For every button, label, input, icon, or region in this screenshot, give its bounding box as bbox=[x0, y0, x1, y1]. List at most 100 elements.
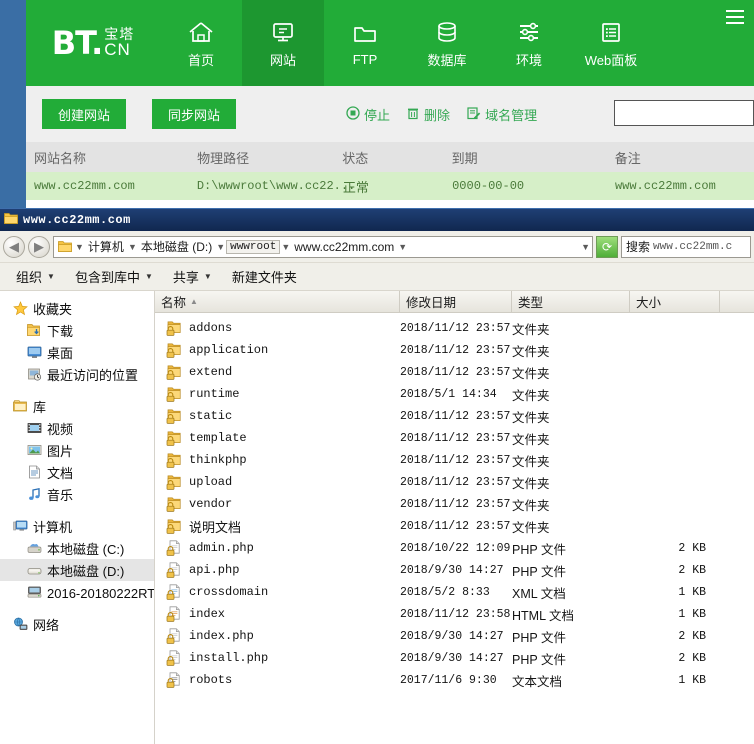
nav-item-environment[interactable]: 环境 bbox=[488, 0, 570, 86]
table-row[interactable]: template 2018/11/12 23:57 文件夹 bbox=[155, 427, 754, 449]
table-row[interactable]: static 2018/11/12 23:57 文件夹 bbox=[155, 405, 754, 427]
sidebar-item-documents[interactable]: 文档 bbox=[0, 461, 154, 483]
sidebar-item-computer[interactable]: 计算机 bbox=[0, 515, 154, 537]
menu-organize[interactable]: 组织 ▼ bbox=[8, 264, 63, 289]
sidebar-item-desktop[interactable]: 桌面 bbox=[0, 341, 154, 363]
explorer-titlebar[interactable]: www.cc22mm.com bbox=[0, 209, 754, 231]
file-type-cell: 文本文档 bbox=[512, 674, 563, 689]
nav-item-webpanel[interactable]: Web面板 bbox=[570, 0, 652, 86]
chevron-right-icon[interactable]: ▼ bbox=[75, 242, 84, 252]
file-type-cell: XML 文档 bbox=[512, 586, 566, 601]
nav-item-home[interactable]: 首页 bbox=[160, 0, 242, 86]
sidebar-item-favorites[interactable]: 收藏夹 bbox=[0, 297, 154, 319]
table-row[interactable]: index.php 2018/9/30 14:27 PHP 文件 2 KB bbox=[155, 625, 754, 647]
menu-new-folder[interactable]: 新建文件夹 bbox=[224, 264, 305, 289]
site-name: www.cc22mm.com bbox=[34, 179, 135, 193]
bt-logo[interactable]: BT. 宝塔 CN bbox=[26, 0, 160, 86]
sidebar-item-videos[interactable]: 视频 bbox=[0, 417, 154, 439]
breadcrumb[interactable]: ▼ 计算机 ▼ 本地磁盘 (D:) ▼ wwwroot ▼ www.cc22mm… bbox=[53, 235, 593, 258]
sidebar-item-recent-places[interactable]: 最近访问的位置 bbox=[0, 363, 154, 385]
desktop-left-strip bbox=[0, 0, 26, 212]
chevron-down-icon[interactable]: ▼ bbox=[581, 242, 590, 252]
chevron-right-icon[interactable]: ▼ bbox=[281, 242, 290, 252]
locked-folder-icon bbox=[166, 364, 183, 380]
file-name-label: install.php bbox=[189, 651, 269, 665]
search-input[interactable]: 搜索 www.cc22mm.c bbox=[621, 235, 751, 258]
file-name-label: index.php bbox=[189, 629, 254, 643]
sidebar-item-drive-c[interactable]: 本地磁盘 (C:) bbox=[0, 537, 154, 559]
domain-manage-button[interactable]: 域名管理 bbox=[466, 105, 537, 124]
sidebar-item-network-drive[interactable]: 2016-20180222RT 上 bbox=[0, 581, 154, 603]
nav-label-environment: 环境 bbox=[515, 53, 542, 68]
menu-icon[interactable] bbox=[726, 10, 744, 24]
chevron-down-icon: ▼ bbox=[203, 272, 212, 281]
table-row[interactable]: install.php 2018/9/30 14:27 PHP 文件 2 KB bbox=[155, 647, 754, 669]
column-header-note[interactable]: 备注 bbox=[615, 148, 754, 167]
menu-share[interactable]: 共享 ▼ bbox=[165, 264, 220, 289]
column-header-expire[interactable]: 到期 bbox=[452, 148, 615, 167]
column-header-name[interactable]: 名称 ▲ bbox=[155, 290, 400, 313]
sidebar-item-network[interactable]: 网络 bbox=[0, 613, 154, 635]
column-header-name[interactable]: 网站名称 bbox=[26, 148, 197, 167]
nav-item-ftp[interactable]: FTP bbox=[324, 0, 406, 86]
refresh-icon[interactable]: ⟳ bbox=[596, 235, 618, 258]
sidebar-item-libraries[interactable]: 库 bbox=[0, 395, 154, 417]
table-row[interactable]: application 2018/11/12 23:57 文件夹 bbox=[155, 339, 754, 361]
table-row[interactable]: addons 2018/11/12 23:57 文件夹 bbox=[155, 317, 754, 339]
file-size-cell: 2 KB bbox=[678, 541, 706, 555]
database-icon bbox=[434, 17, 460, 47]
explorer-addressbar: ◀ ▶ ▼ 计算机 ▼ 本地磁盘 (D:) ▼ wwwroot ▼ www.cc… bbox=[0, 231, 754, 263]
nav-item-database[interactable]: 数据库 bbox=[406, 0, 488, 86]
breadcrumb-item-site[interactable]: www.cc22mm.com bbox=[291, 240, 397, 254]
breadcrumb-item-wwwroot[interactable]: wwwroot bbox=[226, 239, 281, 254]
site-table-header: 网站名称 物理路径 状态 到期 备注 bbox=[26, 142, 754, 172]
table-row[interactable]: vendor 2018/11/12 23:57 文件夹 bbox=[155, 493, 754, 515]
table-row[interactable]: 说明文档 2018/11/12 23:57 文件夹 bbox=[155, 515, 754, 537]
sidebar-item-music[interactable]: 音乐 bbox=[0, 483, 154, 505]
star-icon bbox=[12, 300, 28, 316]
locked-html-file-icon bbox=[166, 606, 183, 622]
column-header-date[interactable]: 修改日期 bbox=[400, 290, 512, 313]
sidebar-item-drive-d[interactable]: 本地磁盘 (D:) bbox=[0, 559, 154, 581]
sidebar-item-pictures[interactable]: 图片 bbox=[0, 439, 154, 461]
edit-document-icon bbox=[466, 106, 481, 123]
table-row[interactable]: api.php 2018/9/30 14:27 PHP 文件 2 KB bbox=[155, 559, 754, 581]
sync-site-button[interactable]: 同步网站 bbox=[152, 99, 237, 129]
column-header-size[interactable]: 大小 bbox=[630, 290, 720, 313]
table-row[interactable]: index 2018/11/12 23:58 HTML 文档 1 KB bbox=[155, 603, 754, 625]
chevron-right-icon[interactable]: ▼ bbox=[398, 242, 407, 252]
create-site-button[interactable]: 创建网站 bbox=[42, 99, 127, 129]
bt-nav: 首页 网站 FTP 数据库 环境 Web面板 bbox=[160, 0, 652, 86]
column-header-status[interactable]: 状态 bbox=[342, 148, 451, 167]
breadcrumb-item-computer[interactable]: 计算机 bbox=[85, 238, 127, 255]
bt-search-input[interactable] bbox=[614, 100, 754, 126]
column-header-path[interactable]: 物理路径 bbox=[197, 148, 342, 167]
table-row[interactable]: runtime 2018/5/1 14:34 文件夹 bbox=[155, 383, 754, 405]
chevron-right-icon[interactable]: ▼ bbox=[216, 242, 225, 252]
table-row[interactable]: admin.php 2018/10/22 12:09 PHP 文件 2 KB bbox=[155, 537, 754, 559]
table-row[interactable]: upload 2018/11/12 23:57 文件夹 bbox=[155, 471, 754, 493]
back-icon[interactable]: ◀ bbox=[3, 235, 25, 258]
nav-item-website[interactable]: 网站 bbox=[242, 0, 324, 86]
breadcrumb-item-drive[interactable]: 本地磁盘 (D:) bbox=[138, 238, 215, 255]
table-row[interactable]: extend 2018/11/12 23:57 文件夹 bbox=[155, 361, 754, 383]
table-row[interactable]: robots 2017/11/6 9:30 文本文档 1 KB bbox=[155, 669, 754, 691]
file-name-cell: application bbox=[155, 342, 400, 358]
file-name-label: admin.php bbox=[189, 541, 254, 555]
table-row[interactable]: www.cc22mm.com D:\wwwroot\www.cc22... 正常… bbox=[26, 172, 754, 200]
stop-button[interactable]: 停止 bbox=[346, 105, 390, 124]
locked-folder-icon bbox=[166, 408, 183, 424]
chevron-right-icon[interactable]: ▼ bbox=[128, 242, 137, 252]
delete-button[interactable]: 删除 bbox=[406, 105, 450, 124]
table-row[interactable]: thinkphp 2018/11/12 23:57 文件夹 bbox=[155, 449, 754, 471]
sidebar-item-downloads[interactable]: 下载 bbox=[0, 319, 154, 341]
forward-icon[interactable]: ▶ bbox=[28, 235, 50, 258]
column-header-type[interactable]: 类型 bbox=[512, 290, 630, 313]
file-name-cell: api.php bbox=[155, 562, 400, 578]
file-type-cell: 文件夹 bbox=[512, 322, 550, 337]
menu-include-in-library[interactable]: 包含到库中 ▼ bbox=[67, 264, 161, 289]
file-name-label: runtime bbox=[189, 387, 240, 401]
menu-new-folder-label: 新建文件夹 bbox=[231, 270, 297, 285]
table-row[interactable]: crossdomain 2018/5/2 8:33 XML 文档 1 KB bbox=[155, 581, 754, 603]
file-date-cell: 2018/11/12 23:57 bbox=[400, 343, 511, 357]
